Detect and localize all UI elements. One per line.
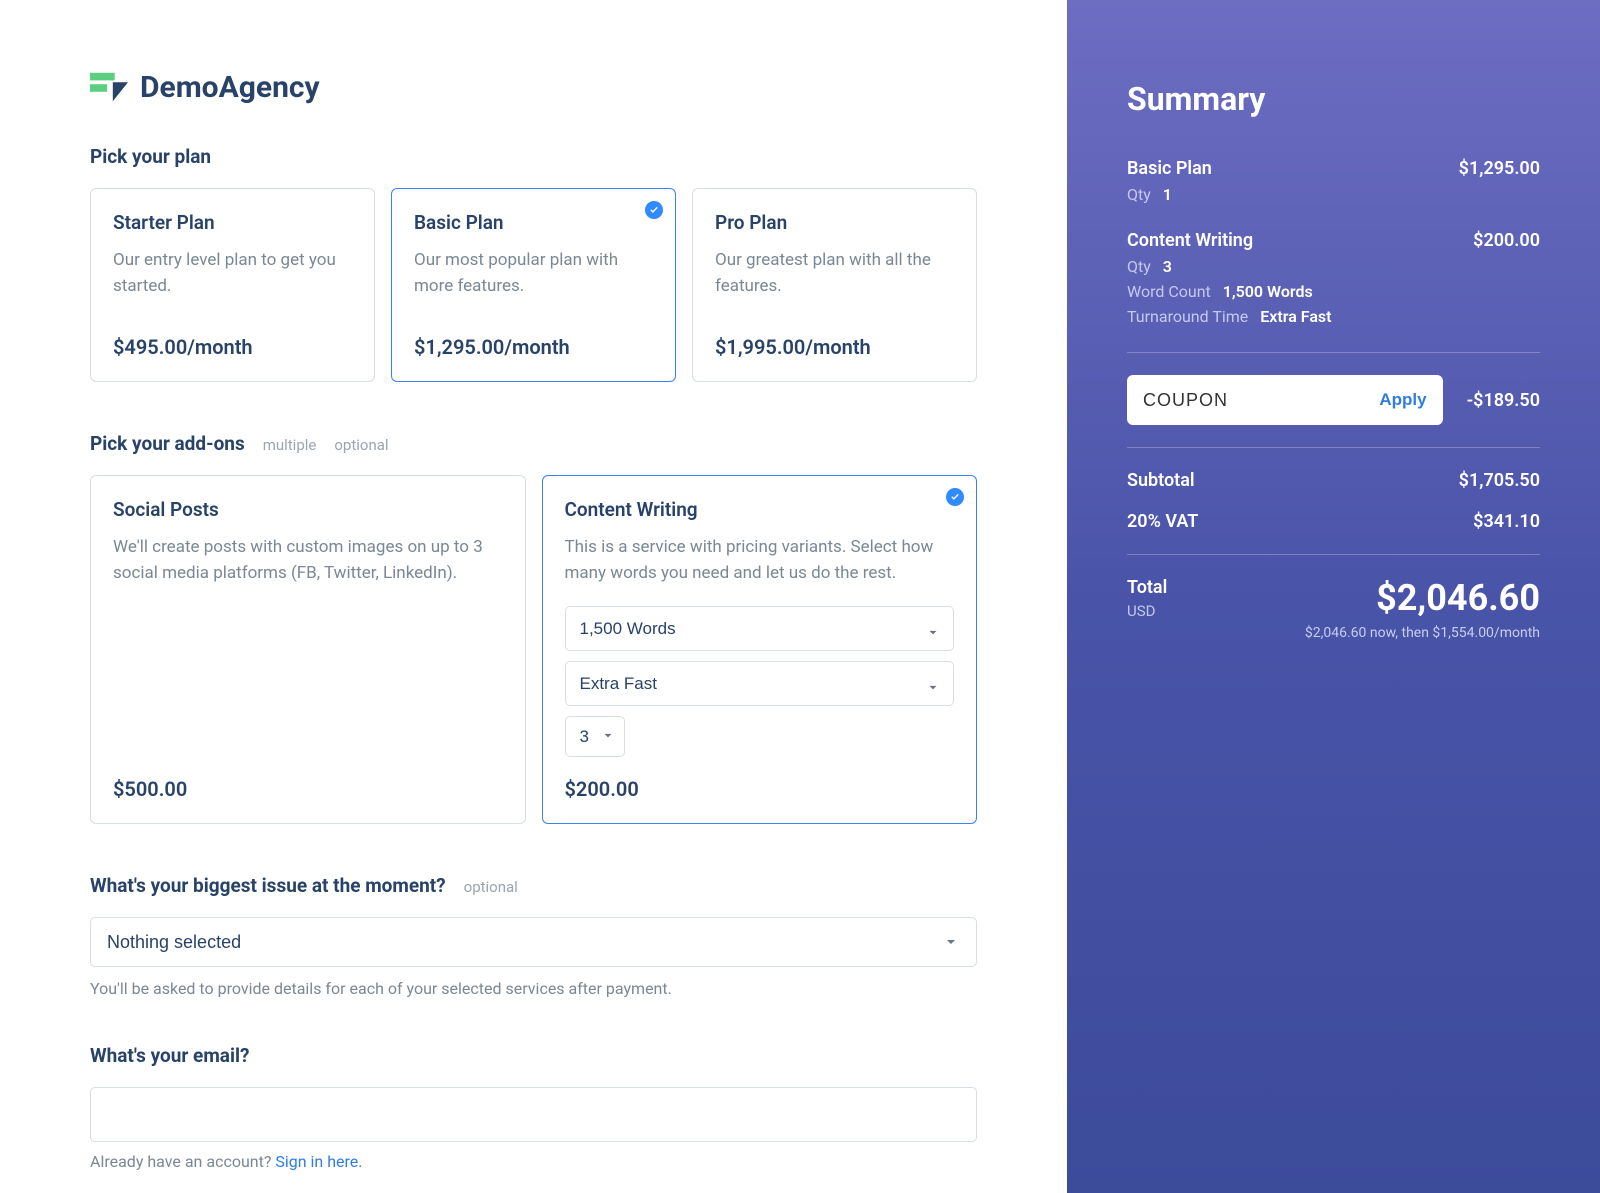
plan-price: $495.00/month [113, 335, 352, 359]
summary-line-label: Qty [1127, 257, 1151, 276]
apply-button[interactable]: Apply [1379, 390, 1426, 410]
summary-line-value: Extra Fast [1260, 307, 1331, 326]
summary-line-label: Word Count [1127, 282, 1211, 301]
summary-item-basic-plan: Basic Plan $1,295.00 Qty 1 [1127, 158, 1540, 204]
word-count-select[interactable]: 1,500 Words [565, 606, 955, 651]
addon-price: $200.00 [565, 777, 955, 801]
addon-card-content-writing[interactable]: Content Writing This is a service with p… [542, 475, 978, 824]
plan-card-starter[interactable]: Starter Plan Our entry level plan to get… [90, 188, 375, 382]
plan-card-row: Starter Plan Our entry level plan to get… [90, 188, 977, 382]
addons-section-title: Pick your add-ons [90, 432, 245, 455]
signin-line: Already have an account? Sign in here. [90, 1152, 977, 1171]
plan-desc: Our most popular plan with more features… [414, 248, 653, 299]
summary-item-price: $200.00 [1473, 230, 1540, 251]
plan-card-pro[interactable]: Pro Plan Our greatest plan with all the … [692, 188, 977, 382]
addon-desc: This is a service with pricing variants.… [565, 535, 955, 586]
total-row: Total USD $2,046.60 $2,046.60 now, then … [1127, 577, 1540, 641]
check-icon [645, 201, 663, 219]
optional-tag: optional [334, 436, 388, 454]
turnaround-select[interactable]: Extra Fast [565, 661, 955, 706]
plans-section-label: Pick your plan [90, 145, 977, 168]
addons-section-label: Pick your add-ons multiple optional [90, 432, 977, 455]
addon-card-social-posts[interactable]: Social Posts We'll create posts with cus… [90, 475, 526, 824]
total-currency: USD [1127, 602, 1167, 620]
multiple-tag: multiple [263, 436, 317, 454]
summary-item-name: Basic Plan [1127, 158, 1212, 179]
summary-line-label: Turnaround Time [1127, 307, 1248, 326]
quantity-select[interactable]: 3 [565, 716, 625, 757]
total-label: Total [1127, 577, 1167, 598]
coupon-box: Apply [1127, 375, 1443, 425]
check-icon [946, 488, 964, 506]
divider [1127, 352, 1540, 353]
coupon-discount: -$189.50 [1467, 390, 1540, 411]
addon-card-row: Social Posts We'll create posts with cus… [90, 475, 977, 824]
issue-helper-text: You'll be asked to provide details for e… [90, 979, 977, 998]
addon-desc: We'll create posts with custom images on… [113, 535, 503, 586]
plan-title: Pro Plan [715, 211, 954, 234]
total-amount: $2,046.60 [1305, 577, 1540, 619]
summary-line-label: Qty [1127, 185, 1151, 204]
main-panel: DemoAgency Pick your plan Starter Plan O… [0, 0, 1067, 1193]
plan-card-basic[interactable]: Basic Plan Our most popular plan with mo… [391, 188, 676, 382]
summary-item-price: $1,295.00 [1459, 158, 1540, 179]
brand-name: DemoAgency [140, 70, 320, 105]
addon-title: Social Posts [113, 498, 503, 521]
summary-item-content-writing: Content Writing $200.00 Qty 3 Word Count… [1127, 230, 1540, 326]
signin-prefix: Already have an account? [90, 1152, 275, 1171]
plan-title: Starter Plan [113, 211, 352, 234]
signin-link[interactable]: Sign in here. [275, 1152, 362, 1171]
issue-select[interactable]: Nothing selected [90, 917, 977, 967]
subtotal-row: Subtotal $1,705.50 [1127, 470, 1540, 491]
issue-section-title: What's your biggest issue at the moment? [90, 874, 446, 897]
vat-label: 20% VAT [1127, 511, 1198, 532]
email-section-title: What's your email? [90, 1044, 249, 1067]
brand-logo-icon [90, 72, 128, 104]
plans-section-title: Pick your plan [90, 145, 211, 168]
brand-logo-row: DemoAgency [90, 70, 977, 105]
addon-title: Content Writing [565, 498, 955, 521]
summary-item-name: Content Writing [1127, 230, 1253, 251]
plan-price: $1,995.00/month [715, 335, 954, 359]
summary-line-value: 3 [1163, 257, 1172, 276]
optional-tag: optional [464, 878, 518, 896]
divider [1127, 447, 1540, 448]
email-input[interactable] [90, 1087, 977, 1142]
summary-sidebar: Summary Basic Plan $1,295.00 Qty 1 Conte… [1067, 0, 1600, 1193]
subtotal-label: Subtotal [1127, 470, 1195, 491]
chevron-down-icon [943, 934, 959, 950]
plan-price: $1,295.00/month [414, 335, 653, 359]
coupon-input[interactable] [1143, 390, 1379, 411]
total-note: $2,046.60 now, then $1,554.00/month [1305, 625, 1540, 641]
subtotal-value: $1,705.50 [1459, 470, 1540, 491]
plan-title: Basic Plan [414, 211, 653, 234]
email-section-label: What's your email? [90, 1044, 977, 1067]
summary-line-value: 1 [1163, 185, 1172, 204]
addon-price: $500.00 [113, 777, 503, 801]
divider [1127, 554, 1540, 555]
plan-desc: Our greatest plan with all the features. [715, 248, 954, 299]
summary-title: Summary [1127, 80, 1540, 118]
plan-desc: Our entry level plan to get you started. [113, 248, 352, 299]
issue-section-label: What's your biggest issue at the moment?… [90, 874, 977, 897]
summary-line-value: 1,500 Words [1223, 282, 1313, 301]
vat-row: 20% VAT $341.10 [1127, 511, 1540, 532]
coupon-row: Apply -$189.50 [1127, 375, 1540, 425]
vat-value: $341.10 [1473, 511, 1540, 532]
